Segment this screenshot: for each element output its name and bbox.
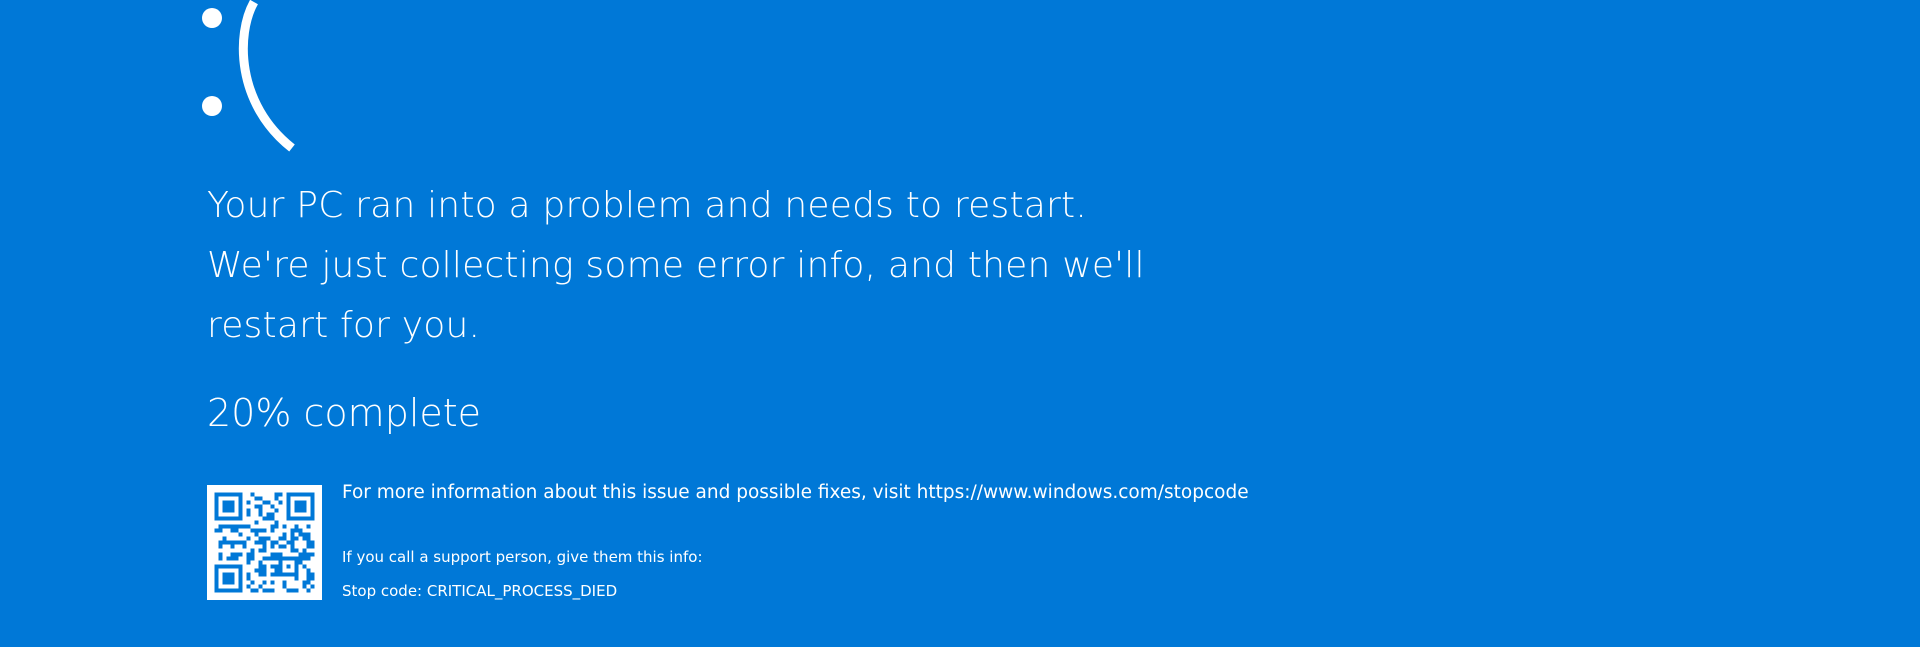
info-link-text: For more information about this issue an… — [342, 482, 1249, 503]
sad-face-icon — [196, 0, 316, 154]
info-panel: For more information about this issue an… — [342, 480, 1249, 600]
progress-status: 20% complete — [207, 391, 482, 435]
qr-code-icon — [207, 485, 322, 600]
error-message: Your PC ran into a problem and needs to … — [207, 185, 1145, 346]
stop-code: Stop code: CRITICAL_PROCESS_DIED — [342, 582, 618, 600]
support-text: If you call a support person, give them … — [342, 548, 703, 566]
